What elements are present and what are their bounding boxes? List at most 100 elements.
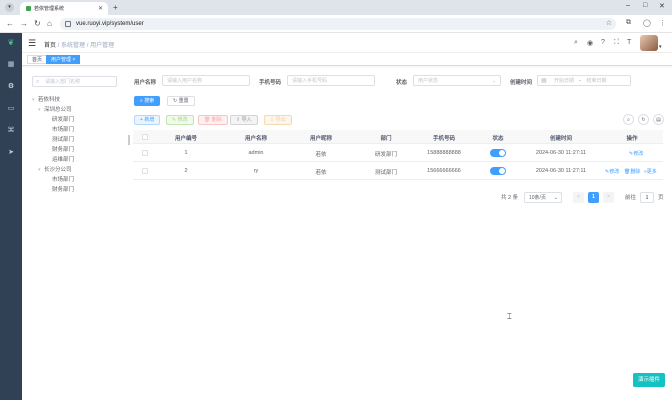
tree-node[interactable]: 研发部门 [52,115,74,123]
table-row[interactable]: 1 admin 若依 研发部门 15888888888 2024-06-30 1… [133,144,663,162]
new-tab-icon[interactable]: + [113,3,118,12]
prev-page-button[interactable]: < [573,192,584,203]
search-icon: ⌕ [140,98,143,104]
status-select[interactable]: 用户状态 ⌄ [413,75,501,86]
favicon-icon [26,6,31,11]
site-info-icon[interactable] [65,21,71,27]
tool-menu-icon[interactable]: ⌘ [7,127,15,135]
tree-node[interactable]: 运维部门 [52,155,74,163]
more-link[interactable]: »更多 [644,168,657,175]
tag-close-icon[interactable]: × [72,57,75,63]
refresh-icon[interactable]: ↻ [638,114,649,125]
home-icon[interactable]: ⌂ [47,19,52,28]
fullscreen-icon[interactable]: ⛶ [614,39,619,47]
splitter-handle[interactable] [128,135,130,145]
breadcrumb-home[interactable]: 首页 [44,43,56,49]
settings-menu-icon[interactable]: ⚙ [7,83,15,91]
window-close-icon[interactable]: ✕ [659,2,665,10]
status-placeholder: 用户状态 [418,78,439,84]
hamburger-icon[interactable]: ☰ [28,38,36,49]
delete-link[interactable]: 🗑删除 [624,168,640,175]
tree-node[interactable]: ▾ 若依科技 [32,95,60,103]
columns-icon[interactable]: ▤ [653,114,664,125]
dept-search-placeholder: 请输入部门名称 [45,79,81,85]
status-switch[interactable] [490,167,506,175]
reload-icon[interactable]: ↻ [34,19,41,28]
breadcrumb-system: 系统管理 [61,43,86,49]
upload-icon: ⇪ [236,117,241,123]
guide-menu-icon[interactable]: ➤ [7,149,15,157]
chevron-down-icon: ⌄ [491,78,496,84]
table-row[interactable]: 2 ry 若依 测试部门 15666666666 2024-06-30 11:2… [133,162,663,180]
search-button[interactable]: ⌕ 搜索 [134,96,161,106]
edit-button[interactable]: ✎ 修改 [166,115,194,125]
tree-node[interactable]: 财务部门 [52,185,74,193]
toggle-search-icon[interactable]: ⌕ [623,114,634,125]
tree-node[interactable]: ▾ 长沙分公司 [38,165,72,173]
tree-node[interactable]: ▾ 深圳总公司 [38,105,72,113]
phone-input[interactable]: 请输入手机号码 [287,75,375,86]
row-checkbox[interactable] [142,168,148,174]
tree-node[interactable]: 测试部门 [52,135,74,143]
search-icon: ⌕ [36,79,40,85]
avatar-caret-icon[interactable]: ▾ [659,44,662,50]
search-icon[interactable]: ⌕ [574,39,578,47]
bookmark-star-icon[interactable]: ☆ [606,18,612,30]
demo-plugin-button[interactable]: 演示插件 [633,373,665,387]
delete-button[interactable]: 🗑 删除 [198,115,228,125]
username-input[interactable]: 请输入用户名称 [162,75,250,86]
tag-home[interactable]: 首页 [27,55,48,64]
page-1-button[interactable]: 1 [588,192,599,203]
add-button[interactable]: + 新增 [134,115,161,125]
next-page-button[interactable]: > [603,192,614,203]
cell-nickname: 若依 [315,152,327,158]
avatar[interactable] [640,35,658,51]
tag-user[interactable]: 用户管理 × [46,55,81,64]
dept-search-input[interactable]: ⌕ 请输入部门名称 [32,76,117,87]
tree-node[interactable]: 财务部门 [52,145,74,153]
minimize-icon[interactable]: – [626,2,630,9]
pagination-total: 共 2 条 [501,195,519,201]
calendar-icon: ▦ [541,78,547,84]
date-separator: - [579,78,582,84]
status-switch[interactable] [490,149,506,157]
col-dept: 部门 [380,136,392,142]
tab-title: 若依管理系统 [34,6,65,12]
url-bar[interactable]: vue.ruoyi.vip/system/user ☆ [60,18,616,30]
extensions-icon[interactable]: ⧉ [626,19,631,27]
import-button[interactable]: ⇪ 导入 [230,115,258,125]
row-checkbox[interactable] [142,150,148,156]
help-icon[interactable]: ? [601,39,605,46]
date-range-input[interactable]: ▦ 开始日期 - 结束日期 [537,75,631,86]
close-tab-icon[interactable]: ✕ [98,5,103,12]
table-header: 用户编号 用户名称 用户昵称 部门 手机号码 状态 创建时间 操作 [133,130,663,144]
edit-link-label: 修改 [633,151,644,157]
tab-search-icon[interactable]: ▾ [5,3,14,12]
github-icon[interactable]: ◉ [587,39,593,47]
breadcrumb-current: 用户管理 [90,43,115,49]
page-size-select[interactable]: 10条/页 ⌄ [524,192,562,203]
export-button[interactable]: ⇩ 导出 [264,115,292,125]
goto-page-input[interactable]: 1 [640,192,654,203]
import-button-label: 导入 [241,117,252,123]
back-icon[interactable]: ← [6,19,14,28]
url-text: vue.ruoyi.vip/system/user [76,21,144,27]
font-size-icon[interactable]: T [627,39,631,46]
maximize-icon[interactable]: □ [643,2,647,9]
browser-tab[interactable]: 若依管理系统 ✕ [20,2,108,15]
reset-button[interactable]: ↻ 重置 [167,96,195,106]
forward-icon[interactable]: → [20,19,28,28]
cell-username: admin [248,150,264,156]
profile-icon[interactable]: ◯ [643,19,651,27]
edit-link[interactable]: ✎修改 [629,150,643,157]
reset-button-label: 重置 [178,98,189,104]
edit-link[interactable]: ✎修改 [605,168,619,175]
cell-dept: 研发部门 [374,152,397,158]
logo-icon[interactable]: ❦ [5,39,17,47]
system-menu-icon[interactable]: ▦ [7,61,15,69]
select-all-checkbox[interactable] [142,134,148,140]
tree-node[interactable]: 市场部门 [52,175,74,183]
browser-menu-icon[interactable]: ⋮ [659,19,666,27]
tree-node[interactable]: 市场部门 [52,125,74,133]
monitor-menu-icon[interactable]: ▭ [7,105,15,113]
